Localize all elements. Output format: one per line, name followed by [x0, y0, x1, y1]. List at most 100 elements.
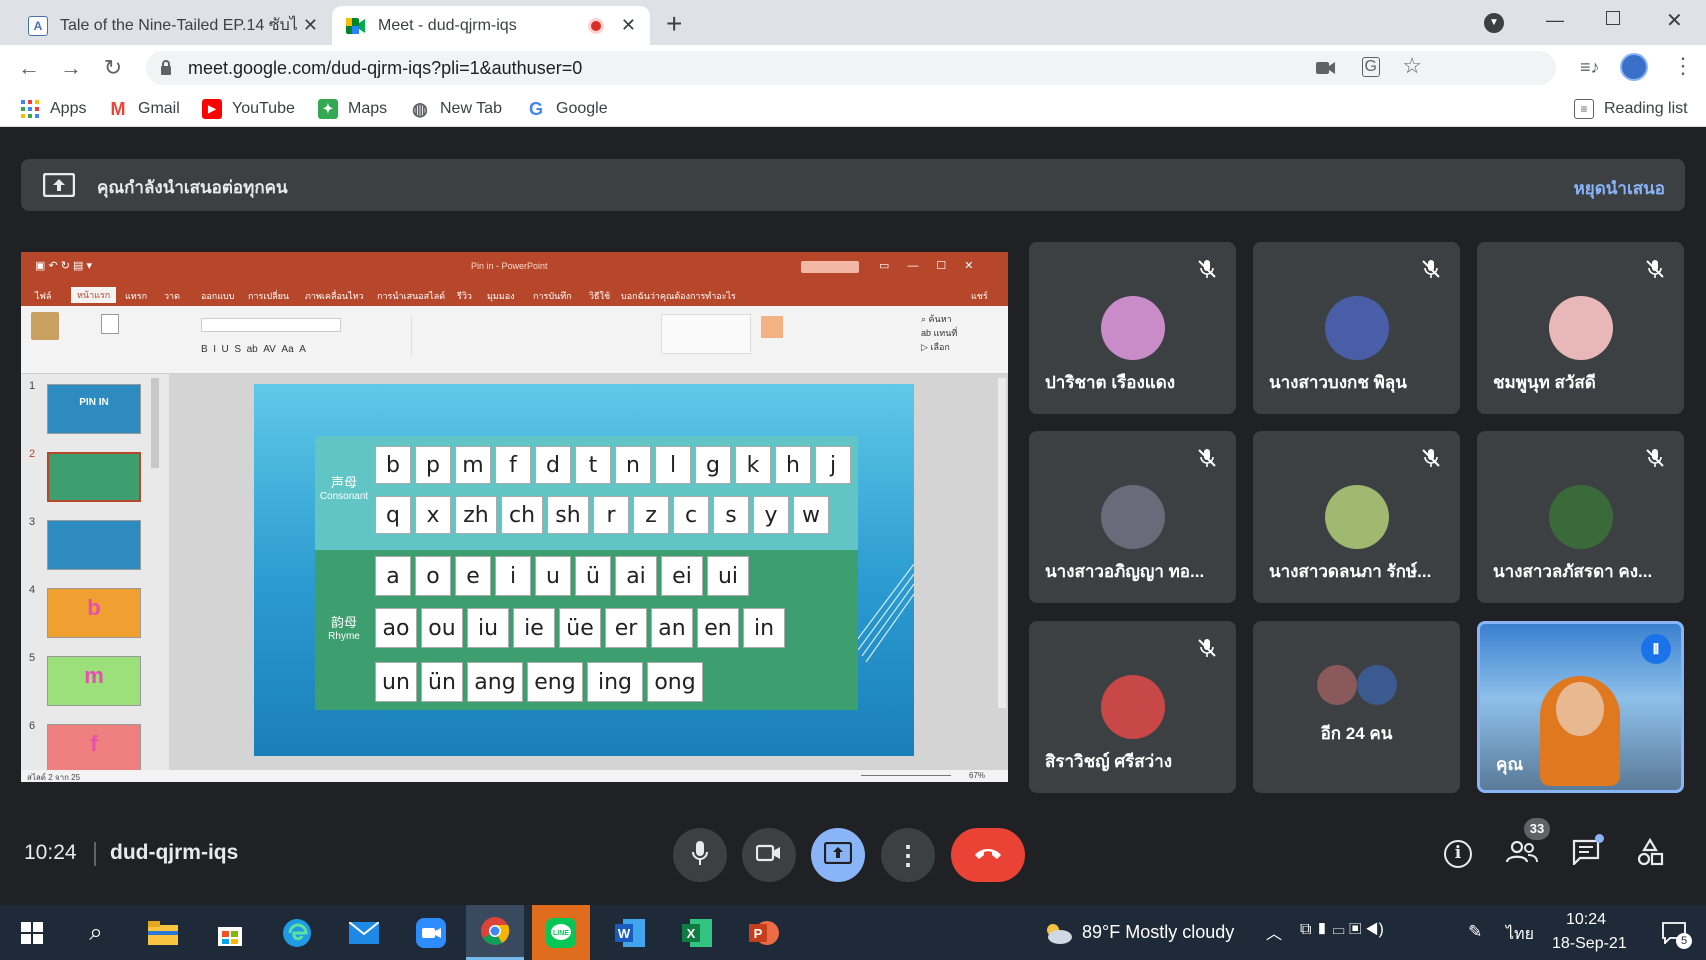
chrome-menu-icon[interactable]: ⋮ [1672, 53, 1694, 79]
back-icon[interactable]: ← [16, 55, 42, 81]
meeting-details-button[interactable]: i [1438, 834, 1478, 874]
participant-tile[interactable]: นางสาวลภัสรดา คง... [1477, 431, 1684, 603]
tab-search-icon[interactable]: ▼ [1484, 13, 1504, 33]
microphone-button[interactable] [673, 828, 727, 882]
participant-tile[interactable]: ⦀ คุณ [1477, 621, 1684, 793]
zoom-icon[interactable] [411, 913, 451, 953]
activities-button[interactable] [1630, 834, 1670, 874]
bookmark-google[interactable]: G Google [526, 99, 608, 119]
media-control-icon[interactable]: ≡♪ [1580, 57, 1600, 78]
paste-icon[interactable] [31, 312, 59, 340]
thumbnail-scrollbar[interactable] [151, 378, 159, 468]
windows-start-icon[interactable] [12, 913, 52, 953]
restore-icon[interactable] [1606, 11, 1620, 25]
slide-thumbnail[interactable]: PIN IN [47, 384, 141, 434]
tray-chevron-icon[interactable]: ︿ [1266, 920, 1282, 944]
pp-menu-tab[interactable]: การนำเสนอสไลด์ [377, 289, 445, 303]
people-button[interactable]: 33 [1502, 818, 1550, 874]
bookmark-apps[interactable]: Apps [20, 99, 86, 119]
zoom-level[interactable]: 67% [969, 771, 985, 780]
translate-icon[interactable]: G [1361, 57, 1380, 77]
reading-list-button[interactable]: ≡ Reading list [1574, 99, 1688, 119]
font-format-buttons[interactable]: B I U S ab AV Aa A [201, 344, 306, 355]
shapes-gallery[interactable] [661, 314, 751, 354]
tab-meet[interactable]: Meet - dud-qjrm-iqs ✕ [332, 6, 650, 45]
camera-icon[interactable] [1316, 60, 1336, 81]
pen-icon[interactable]: ✎ [1468, 922, 1482, 942]
excel-icon[interactable]: X [677, 913, 717, 953]
pp-menu-tab[interactable]: มุมมอง [487, 289, 515, 303]
url-text[interactable]: meet.google.com/dud-qjrm-iqs?pli=1&authu… [188, 58, 582, 79]
participant-tile[interactable]: อีก 24 คน [1253, 621, 1460, 793]
pinyin-box: f [495, 446, 531, 484]
tab-tale-of-nine-tailed[interactable]: A Tale of the Nine-Tailed EP.14 ซับไ ✕ [14, 6, 332, 45]
reload-icon[interactable]: ↻ [100, 55, 126, 81]
pp-menu-tab[interactable]: ออกแบบ [201, 289, 235, 303]
tray-icons[interactable]: ⧉ ▮ ▭ ▣ ◀) [1300, 921, 1384, 939]
avatar [1101, 485, 1165, 549]
profile-avatar[interactable] [1620, 53, 1648, 81]
slide-thumbnail[interactable] [47, 452, 141, 502]
camera-button[interactable] [742, 828, 796, 882]
close-window-icon[interactable]: ✕ [1666, 8, 1683, 33]
pp-share-button[interactable]: แชร์ [971, 289, 988, 303]
participant-tile[interactable]: นางสาวบงกช พิลุน [1253, 242, 1460, 414]
chrome-icon[interactable] [466, 905, 524, 960]
bookmark-youtube[interactable]: ▶ YouTube [202, 99, 295, 119]
taskbar-time[interactable]: 10:24 [1566, 911, 1606, 929]
slide-thumbnail[interactable] [47, 520, 141, 570]
participant-tile[interactable]: นางสาวดลนภา รักษ์... [1253, 431, 1460, 603]
pp-menu-tab[interactable]: การบันทึก [533, 289, 572, 303]
participant-tile[interactable]: ชมพูนุท สวัสดี [1477, 242, 1684, 414]
mail-icon[interactable] [344, 913, 384, 953]
participant-tile[interactable]: นางสาวอภิญญา ทอ... [1029, 431, 1236, 603]
participant-tile[interactable]: สิราวิชญ์ ศรีสว่าง [1029, 621, 1236, 793]
pp-menu-tab[interactable]: วิธีใช้ [589, 289, 610, 303]
tab-close-icon[interactable]: ✕ [303, 15, 318, 36]
stop-presenting-button[interactable]: หยุดนำเสนอ [1574, 175, 1665, 202]
leave-call-button[interactable] [951, 828, 1025, 882]
search-icon[interactable]: ⌕ [76, 913, 116, 953]
tab-close-icon[interactable]: ✕ [621, 15, 636, 36]
notification-icon[interactable]: 5 [1654, 913, 1694, 953]
slide-thumbnail[interactable]: b [47, 588, 141, 638]
pp-menu-tab[interactable]: วาด [164, 289, 180, 303]
pp-menu-tab[interactable]: บอกฉันว่าคุณต้องการทำอะไร [621, 289, 736, 303]
bookmark-new-tab[interactable]: ◍ New Tab [410, 99, 502, 119]
bookmark-star-icon[interactable]: ☆ [1402, 53, 1422, 79]
store-icon[interactable] [210, 913, 250, 953]
find-replace-group[interactable]: ⌕ ค้นหา ab แทนที่ ▷ เลือก [921, 312, 957, 354]
arrange-icon[interactable] [761, 316, 783, 338]
pp-menu-tab[interactable]: แทรก [125, 289, 147, 303]
present-now-button[interactable] [811, 828, 865, 882]
new-tab-icon[interactable]: + [666, 8, 682, 40]
pp-menu-tab[interactable]: หน้าแรก [71, 287, 117, 303]
pp-menu-tab[interactable]: ไฟล์ [35, 289, 51, 303]
file-explorer-icon[interactable] [143, 913, 183, 953]
powerpoint-icon[interactable]: P [744, 913, 784, 953]
forward-icon[interactable]: → [58, 55, 84, 81]
slide-thumbnail[interactable]: f [47, 724, 141, 774]
pp-menu-tab[interactable]: การเปลี่ยน [248, 289, 289, 303]
pp-account-badge[interactable] [801, 261, 859, 273]
font-name-field[interactable] [201, 318, 341, 332]
more-options-button[interactable]: ⋮ [881, 828, 935, 882]
participant-tile[interactable]: ปาริชาต เรืองแดง [1029, 242, 1236, 414]
line-icon[interactable]: LINE [532, 905, 590, 960]
pp-menu-tab[interactable]: ภาพเคลื่อนไหว [305, 289, 364, 303]
taskbar-date[interactable]: 18-Sep-21 [1552, 935, 1627, 953]
pp-menu-tab[interactable]: รีวิว [457, 289, 472, 303]
chat-button[interactable] [1566, 834, 1606, 874]
omnibox[interactable]: meet.google.com/dud-qjrm-iqs?pli=1&authu… [146, 51, 1556, 85]
canvas-scrollbar[interactable] [998, 378, 1006, 708]
input-language[interactable]: ไทย [1506, 922, 1534, 947]
bookmark-gmail[interactable]: M Gmail [108, 99, 180, 119]
new-slide-icon[interactable] [101, 314, 119, 334]
weather-text[interactable]: 89°F Mostly cloudy [1082, 922, 1234, 943]
minimize-icon[interactable]: — [1546, 10, 1564, 31]
word-icon[interactable]: W [610, 913, 650, 953]
edge-icon[interactable] [277, 913, 317, 953]
bookmark-maps[interactable]: ✦ Maps [318, 99, 387, 119]
zoom-slider[interactable] [861, 775, 951, 776]
slide-thumbnail[interactable]: m [47, 656, 141, 706]
